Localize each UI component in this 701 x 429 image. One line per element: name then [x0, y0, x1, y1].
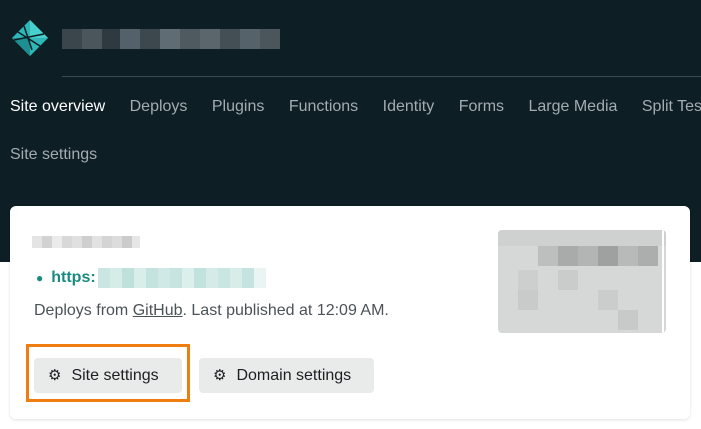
- site-preview-thumbnail[interactable]: [498, 230, 666, 333]
- nav-functions[interactable]: Functions: [289, 95, 358, 119]
- nav-deploys[interactable]: Deploys: [130, 95, 188, 119]
- deploy-suffix: . Last published at 12:09 AM.: [182, 302, 389, 319]
- nav-split-testing[interactable]: Split Testing: [642, 95, 701, 119]
- domain-settings-label: Domain settings: [236, 366, 352, 384]
- domain-settings-button[interactable]: ⚙ Domain settings: [199, 358, 374, 393]
- nav-site-settings[interactable]: Site settings: [10, 146, 97, 163]
- site-url-prefix: https:: [51, 269, 96, 286]
- bullet-icon: ●: [36, 271, 44, 285]
- site-nav: Site overview Deploys Plugins Functions …: [10, 95, 701, 119]
- nav-site-overview[interactable]: Site overview: [10, 95, 105, 119]
- gear-icon: ⚙: [213, 367, 227, 384]
- nav-large-media[interactable]: Large Media: [528, 95, 617, 119]
- nav-identity[interactable]: Identity: [383, 95, 435, 119]
- netlify-logo-icon[interactable]: [10, 18, 50, 58]
- site-url-redacted: [97, 268, 266, 288]
- site-settings-button[interactable]: ⚙ Site settings: [34, 358, 182, 393]
- nav-plugins[interactable]: Plugins: [212, 95, 264, 119]
- deploy-source-link[interactable]: GitHub: [133, 302, 183, 319]
- deploy-info: Deploys from GitHub. Last published at 1…: [34, 300, 389, 322]
- site-nav-second-row: Site settings: [10, 143, 97, 167]
- site-settings-label: Site settings: [71, 366, 159, 384]
- site-overview-card: ● https: Deploys from GitHub. Last publi…: [10, 206, 690, 419]
- nav-forms[interactable]: Forms: [459, 95, 504, 119]
- header-divider: [62, 76, 701, 77]
- gear-icon: ⚙: [48, 367, 62, 384]
- site-name-redacted: [32, 236, 140, 248]
- deploy-prefix: Deploys from: [34, 302, 133, 319]
- site-url-link[interactable]: ● https:: [36, 267, 266, 289]
- team-name-redacted: [62, 29, 280, 49]
- top-header: [0, 0, 701, 78]
